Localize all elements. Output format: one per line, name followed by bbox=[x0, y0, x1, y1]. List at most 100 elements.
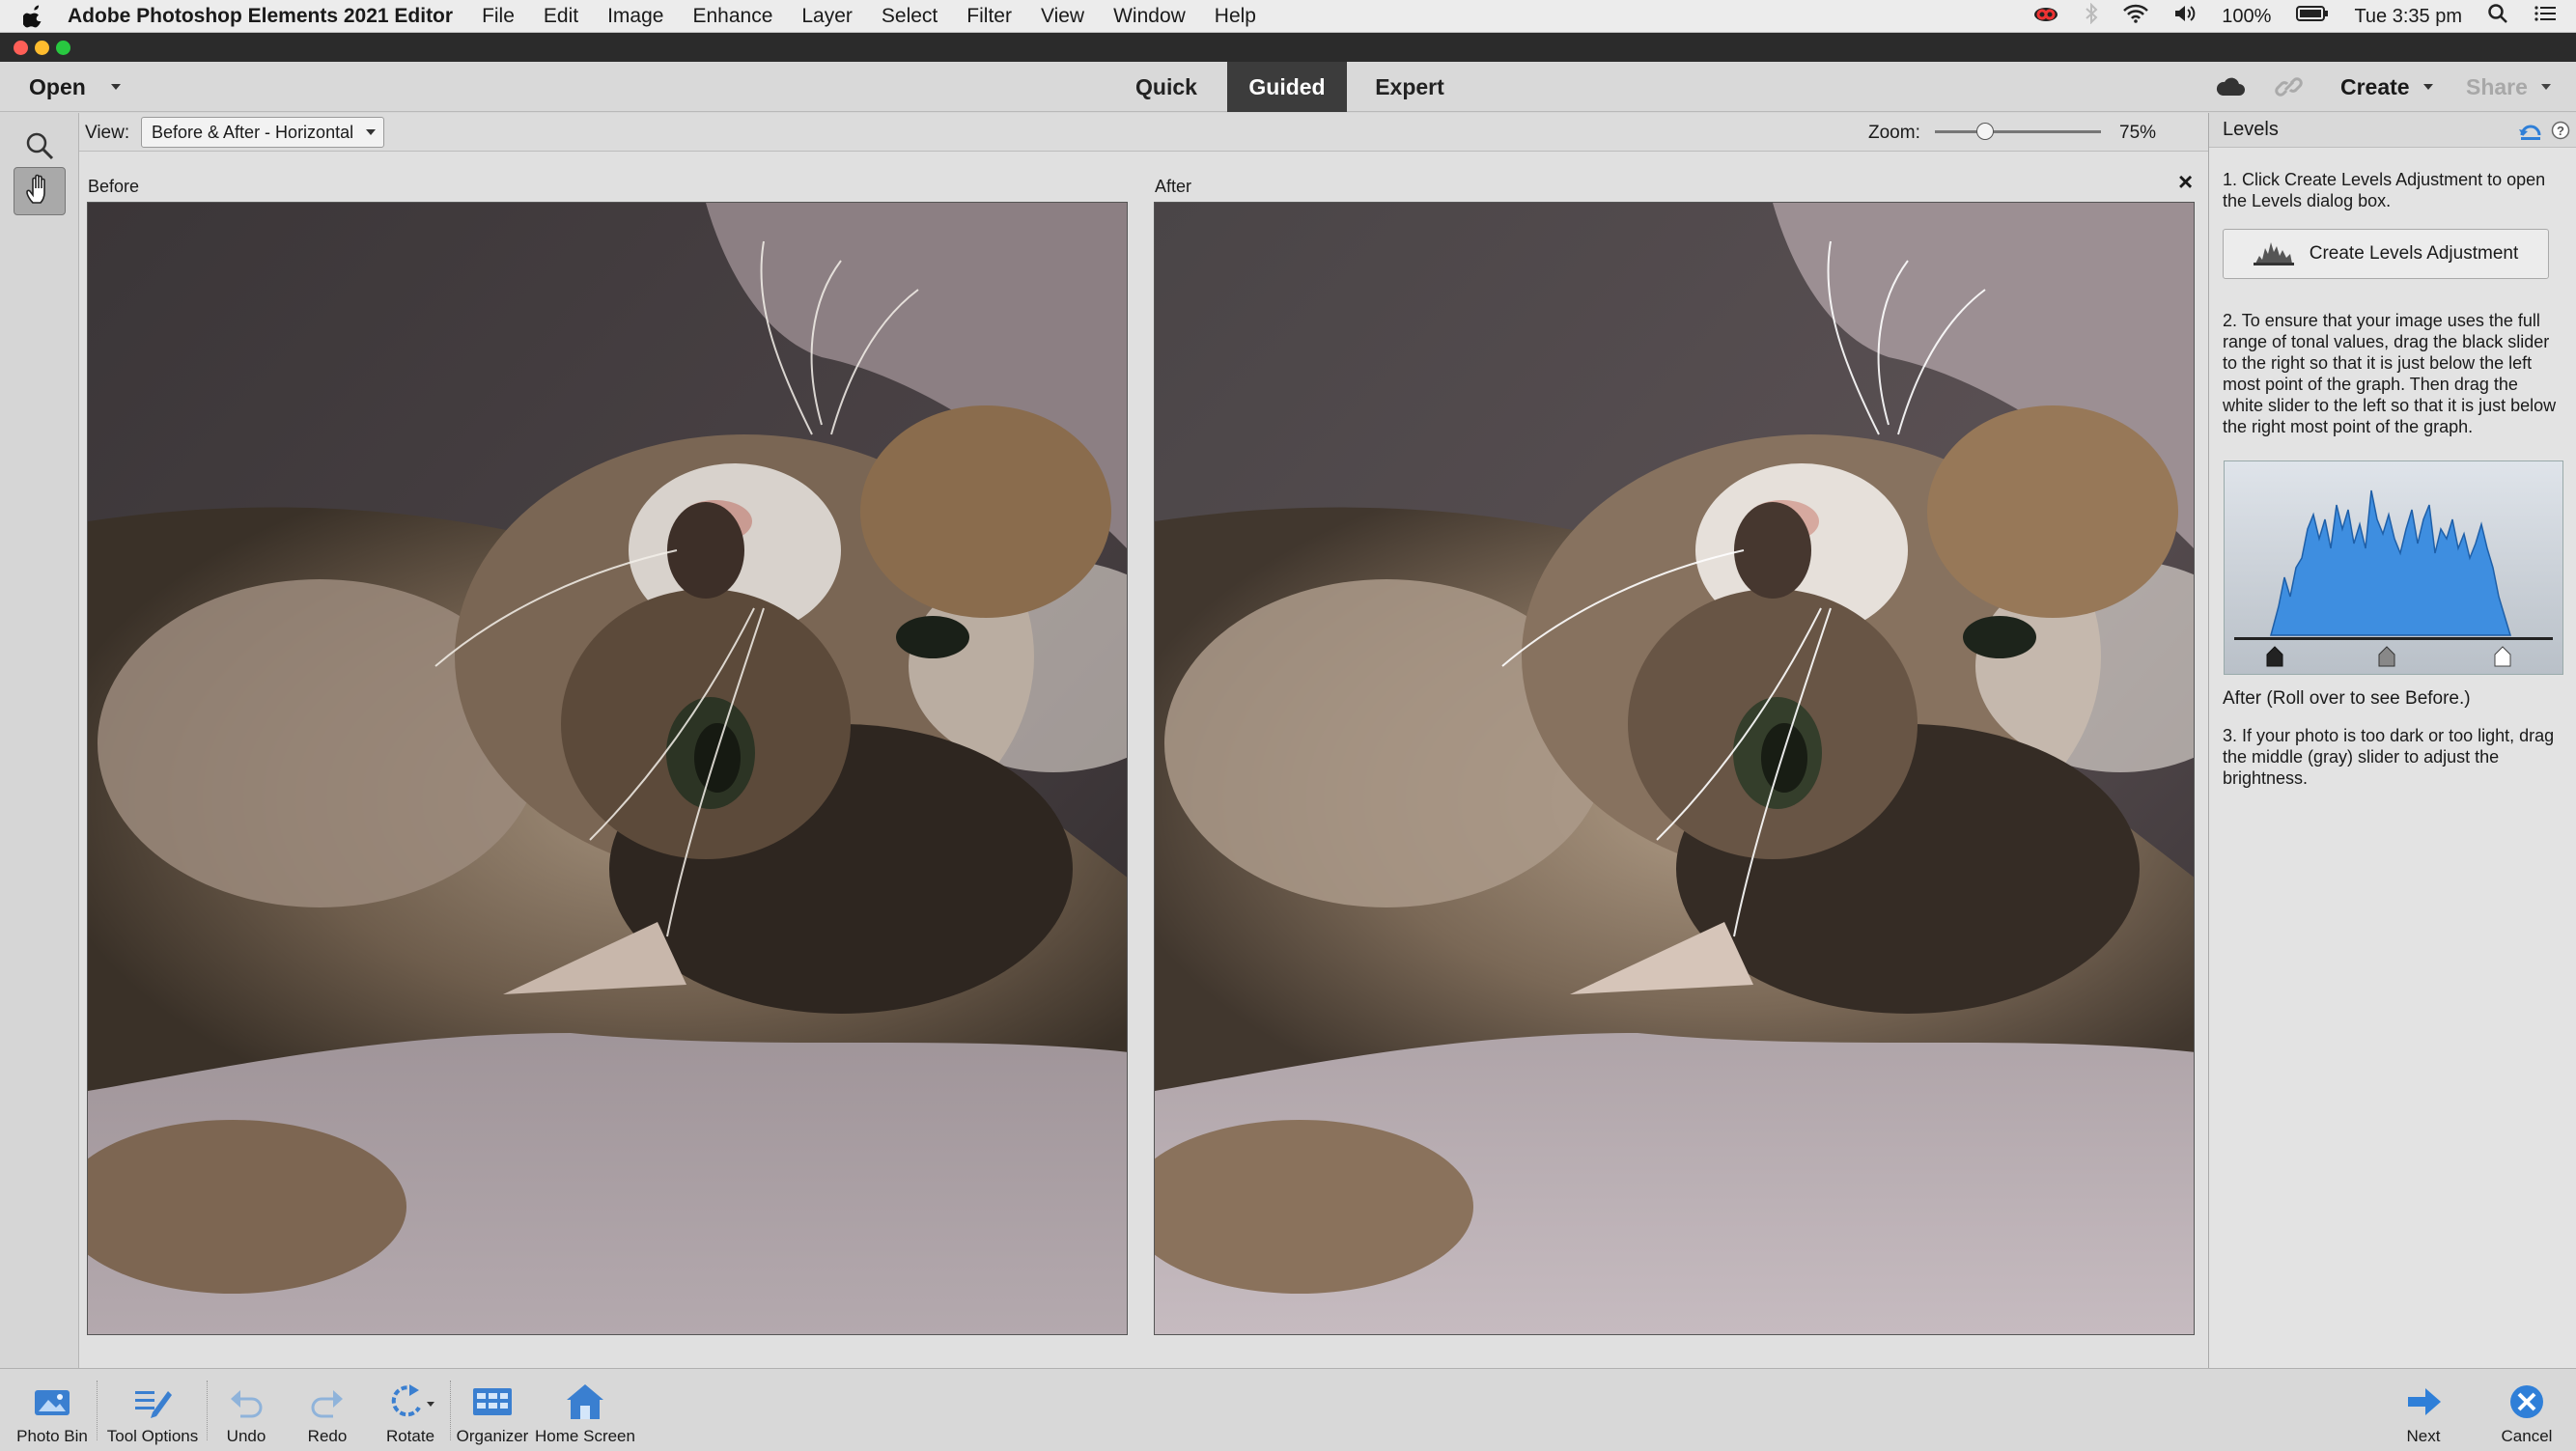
spotlight-search-icon[interactable] bbox=[2487, 3, 2508, 30]
link-icon[interactable] bbox=[2275, 73, 2304, 105]
undo-label: Undo bbox=[226, 1427, 266, 1445]
after-photo[interactable] bbox=[1154, 202, 2195, 1335]
share-button[interactable]: Share bbox=[2466, 62, 2551, 112]
window-titlebar bbox=[0, 33, 2576, 62]
divider bbox=[97, 1381, 98, 1440]
menu-help[interactable]: Help bbox=[1215, 5, 1256, 28]
view-select[interactable]: Before & After - Horizontal bbox=[141, 117, 384, 148]
zoom-tool-button[interactable] bbox=[14, 124, 66, 172]
tab-quick[interactable]: Quick bbox=[1120, 62, 1213, 112]
home-screen-label: Home Screen bbox=[535, 1427, 635, 1445]
chevron-down-icon bbox=[110, 84, 121, 90]
hand-tool-button[interactable] bbox=[14, 167, 66, 215]
after-rollover-note: After (Roll over to see Before.) bbox=[2223, 688, 2471, 709]
bluetooth-icon[interactable] bbox=[2085, 2, 2098, 30]
create-levels-adjustment-button[interactable]: Create Levels Adjustment bbox=[2223, 229, 2549, 279]
tool-options-button[interactable]: Tool Options bbox=[100, 1369, 205, 1451]
wifi-icon[interactable] bbox=[2123, 4, 2149, 29]
zoom-value[interactable]: 75% bbox=[2119, 123, 2156, 144]
redo-icon bbox=[308, 1377, 347, 1427]
chevron-down-icon bbox=[2422, 84, 2433, 90]
menu-image[interactable]: Image bbox=[607, 5, 663, 28]
volume-icon[interactable] bbox=[2173, 4, 2197, 29]
share-label: Share bbox=[2466, 73, 2528, 99]
clock[interactable]: Tue 3:35 pm bbox=[2354, 6, 2462, 28]
reset-icon[interactable] bbox=[2518, 120, 2543, 147]
menu-layer[interactable]: Layer bbox=[801, 5, 853, 28]
cancel-button[interactable]: Cancel bbox=[2495, 1369, 2559, 1451]
minimize-window-button[interactable] bbox=[35, 41, 49, 55]
after-label: After bbox=[1155, 177, 1192, 196]
zoom-window-button[interactable] bbox=[56, 41, 70, 55]
panel-title: Levels bbox=[2223, 119, 2279, 140]
battery-icon[interactable] bbox=[2296, 5, 2329, 28]
photo-bin-icon bbox=[33, 1377, 71, 1427]
notification-center-icon[interactable] bbox=[2534, 4, 2557, 29]
apple-icon[interactable] bbox=[0, 5, 68, 28]
rotate-label: Rotate bbox=[385, 1427, 435, 1445]
divider bbox=[207, 1381, 208, 1440]
step-3-text: 3. If your photo is too dark or too ligh… bbox=[2223, 726, 2555, 788]
menu-window[interactable]: Window bbox=[1113, 5, 1186, 28]
photo-bin-button[interactable]: Photo Bin bbox=[12, 1369, 93, 1451]
cloud-icon[interactable] bbox=[2215, 75, 2246, 103]
create-label: Create bbox=[2340, 73, 2410, 99]
canvas-area: Before After × bbox=[79, 152, 2208, 1368]
toolbox bbox=[0, 113, 79, 1368]
zoom-slider-knob[interactable] bbox=[1975, 123, 1994, 140]
organizer-icon bbox=[472, 1377, 513, 1427]
tab-expert[interactable]: Expert bbox=[1361, 62, 1458, 112]
create-levels-label: Create Levels Adjustment bbox=[2309, 243, 2519, 264]
open-button[interactable]: Open bbox=[29, 62, 121, 112]
levels-histogram[interactable] bbox=[2224, 460, 2563, 675]
tool-options-icon bbox=[133, 1377, 172, 1427]
svg-text:?: ? bbox=[2557, 124, 2564, 138]
close-window-button[interactable] bbox=[14, 41, 28, 55]
redo-button[interactable]: Redo bbox=[295, 1369, 359, 1451]
histogram-icon bbox=[2253, 237, 2294, 271]
mode-bar: Open Quick Guided Expert Create Share bbox=[0, 62, 2576, 112]
menu-filter[interactable]: Filter bbox=[966, 5, 1012, 28]
before-label: Before bbox=[88, 177, 140, 196]
hand-icon bbox=[25, 174, 54, 209]
step-2-text: 2. To ensure that your image uses the fu… bbox=[2223, 311, 2557, 436]
tool-options-label: Tool Options bbox=[106, 1427, 199, 1445]
next-button[interactable]: Next bbox=[2394, 1369, 2452, 1451]
next-label: Next bbox=[2406, 1427, 2441, 1445]
undo-button[interactable]: Undo bbox=[214, 1369, 278, 1451]
tab-guided[interactable]: Guided bbox=[1227, 62, 1347, 112]
view-select-value: Before & After - Horizontal bbox=[152, 122, 354, 142]
undo-icon bbox=[227, 1377, 266, 1427]
panel-header: Levels ? bbox=[2209, 113, 2576, 148]
redo-label: Redo bbox=[307, 1427, 348, 1445]
organizer-label: Organizer bbox=[456, 1427, 529, 1445]
before-photo[interactable] bbox=[87, 202, 1128, 1335]
guided-panel: Levels ? 1. Click Create Levels Adjustme… bbox=[2208, 113, 2576, 1368]
magnifier-icon bbox=[24, 130, 55, 166]
menu-edit[interactable]: Edit bbox=[544, 5, 578, 28]
create-button[interactable]: Create bbox=[2340, 62, 2433, 112]
menu-file[interactable]: File bbox=[482, 5, 515, 28]
zoom-slider[interactable] bbox=[1935, 123, 2101, 140]
rotate-button[interactable]: Rotate bbox=[377, 1369, 444, 1451]
app-name[interactable]: Adobe Photoshop Elements 2021 Editor bbox=[68, 5, 453, 28]
home-screen-button[interactable]: Home Screen bbox=[533, 1369, 637, 1451]
menu-view[interactable]: View bbox=[1041, 5, 1084, 28]
chevron-down-icon bbox=[366, 129, 376, 135]
help-icon[interactable]: ? bbox=[2551, 121, 2570, 146]
rotate-icon bbox=[386, 1377, 434, 1427]
chevron-down-icon bbox=[2540, 84, 2551, 90]
photo-bin-label: Photo Bin bbox=[16, 1427, 88, 1445]
home-icon bbox=[565, 1377, 605, 1427]
step-1-text: 1. Click Create Levels Adjustment to ope… bbox=[2223, 170, 2546, 210]
creative-cloud-icon[interactable] bbox=[2032, 4, 2059, 29]
menu-enhance[interactable]: Enhance bbox=[692, 5, 772, 28]
view-options-bar: View: Before & After - Horizontal Zoom: … bbox=[79, 113, 2208, 152]
divider bbox=[450, 1381, 451, 1440]
menu-select[interactable]: Select bbox=[882, 5, 938, 28]
zoom-label: Zoom: bbox=[1868, 123, 1920, 143]
close-icon[interactable]: × bbox=[2178, 167, 2193, 197]
organizer-button[interactable]: Organizer bbox=[454, 1369, 531, 1451]
cancel-label: Cancel bbox=[2501, 1427, 2553, 1445]
battery-percent[interactable]: 100% bbox=[2222, 6, 2271, 28]
